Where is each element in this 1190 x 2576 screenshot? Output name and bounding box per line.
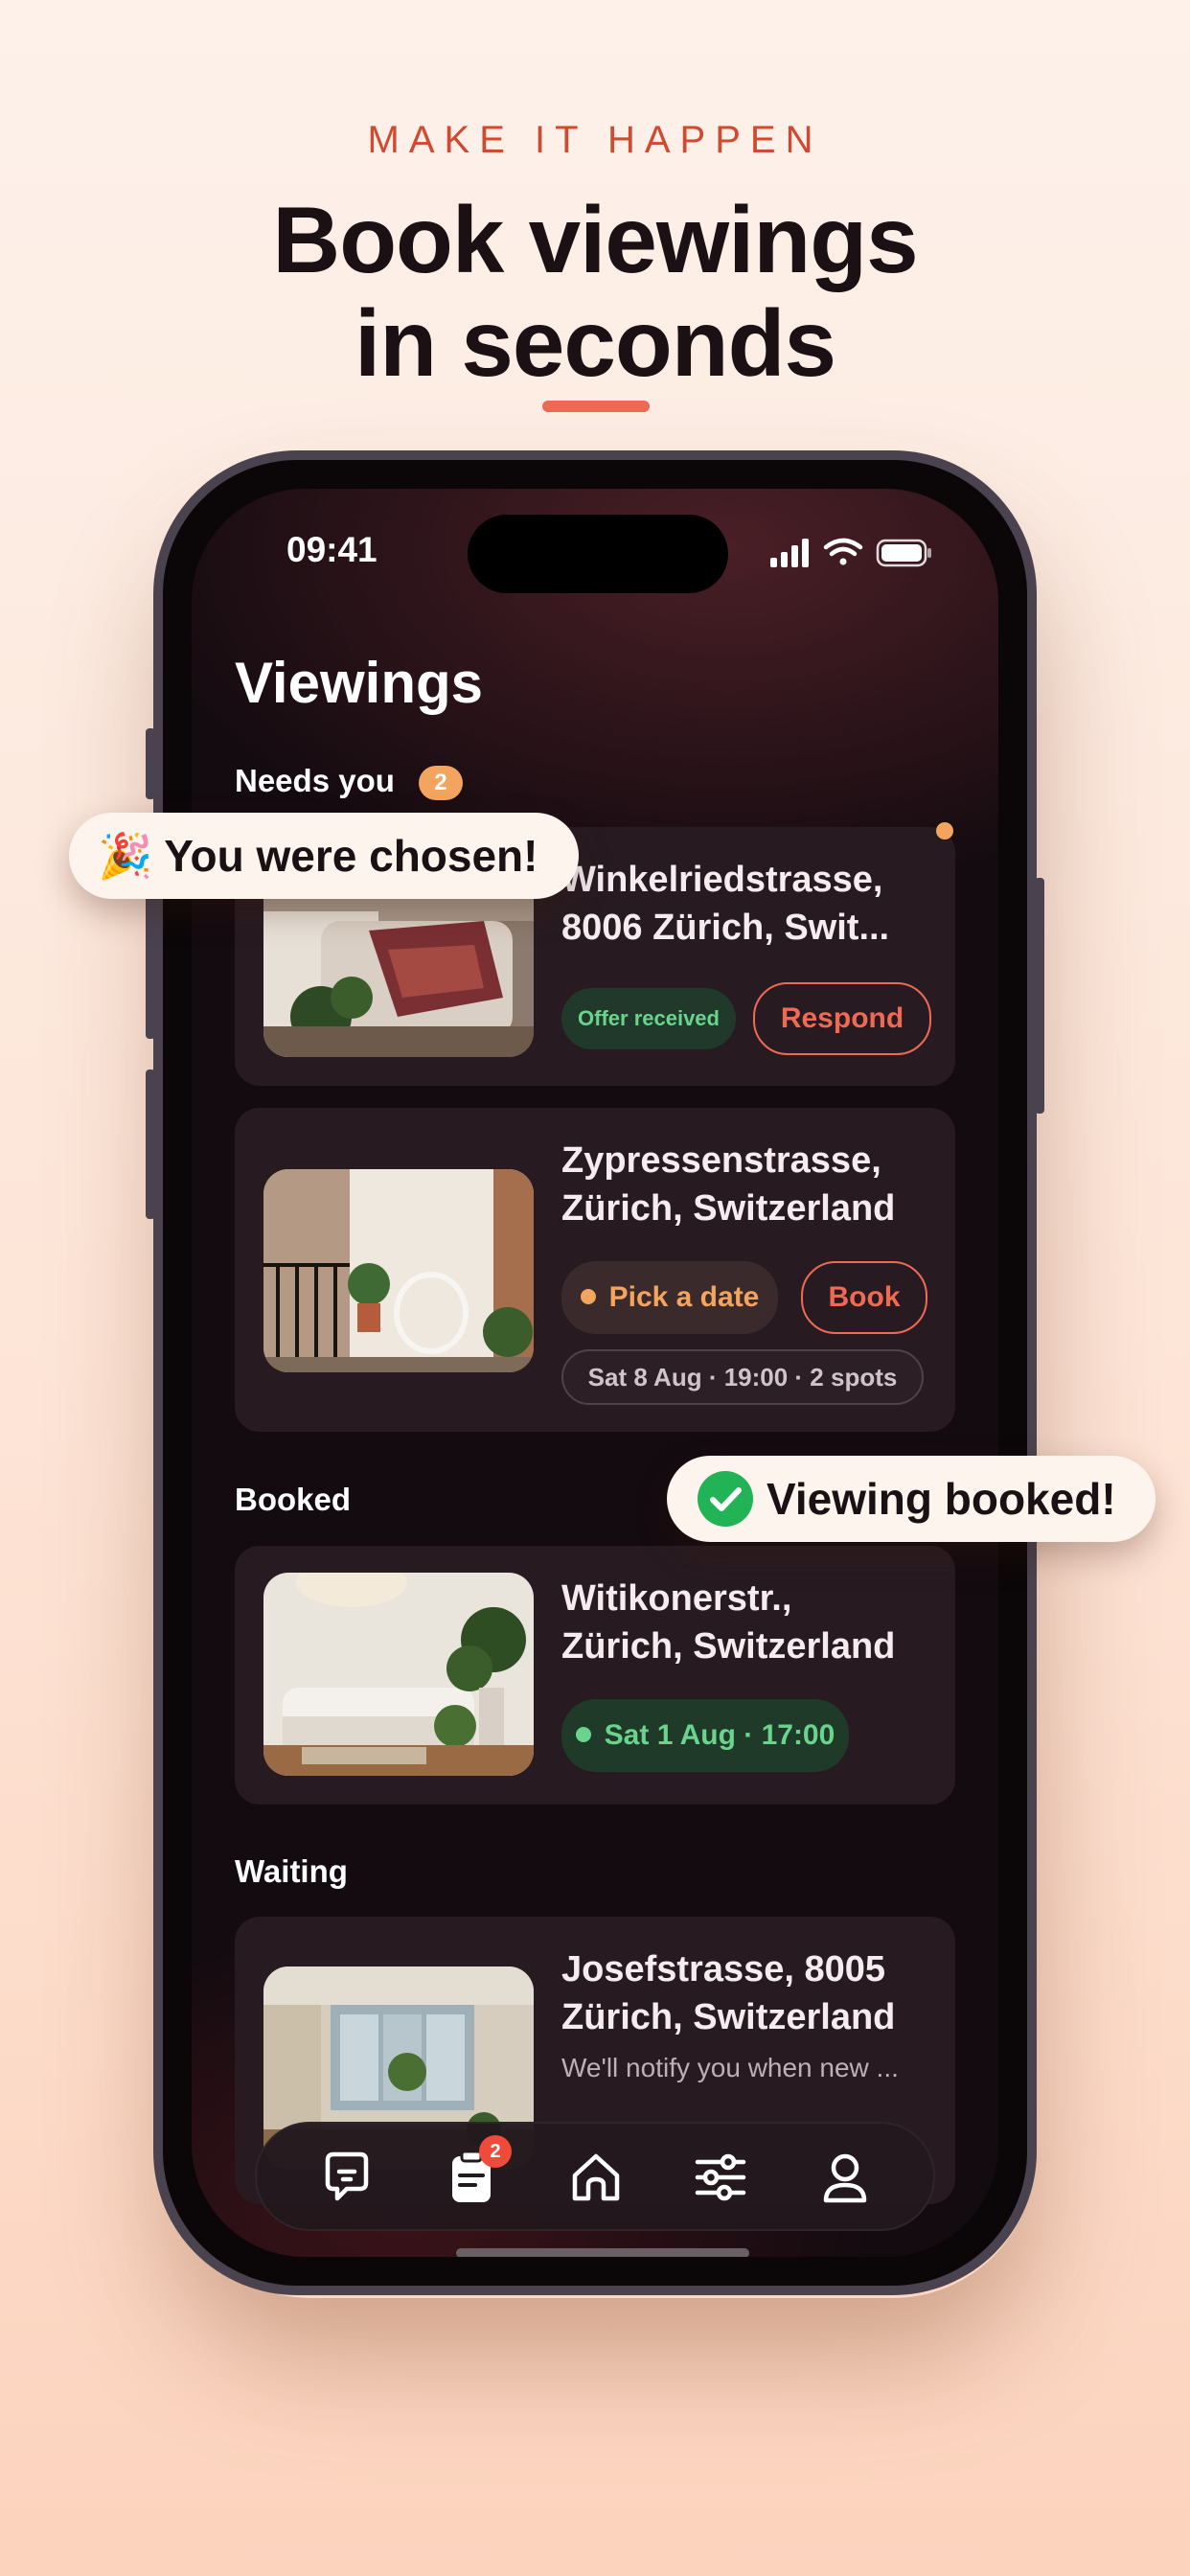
section-kicker: MAKE IT HAPPEN [367, 119, 823, 161]
toast-viewing-booked: Viewing booked! [667, 1456, 1156, 1542]
status-icons [770, 538, 931, 567]
page-headline: Book viewings in seconds [0, 188, 1190, 395]
needs-you-count-badge: 2 [419, 766, 464, 801]
listing-address-line-1: Witikonerstr., [561, 1578, 792, 1619]
tab-filters[interactable] [690, 2147, 751, 2208]
listing-card-zypressen[interactable]: Zypressenstrasse, Zürich, Switzerland Pi… [235, 1108, 955, 1432]
app-screen: 09:41 Viewings Needs you 2 Winkelriedstr… [192, 489, 998, 2257]
status-dot [575, 1727, 591, 1743]
booked-time-label: Sat 1 Aug · 17:00 [604, 1719, 835, 1751]
unread-indicator [936, 822, 953, 840]
section-needs-you-label: Needs you [235, 763, 395, 798]
status-time: 09:41 [286, 530, 378, 569]
viewings-tab-badge: 2 [479, 2135, 512, 2168]
party-popper-icon: 🎉 [98, 831, 153, 881]
status-badge-booked-time: Sat 1 Aug · 17:00 [561, 1699, 849, 1772]
bottom-tab-bar: 2 [255, 2122, 935, 2231]
wifi-icon [823, 538, 863, 565]
listing-photo-living-room [263, 1573, 534, 1776]
listing-card-witikoner[interactable]: Witikonerstr., Zürich, Switzerland Sat 1… [235, 1546, 955, 1805]
phone-frame: 09:41 Viewings Needs you 2 Winkelriedstr… [153, 450, 1037, 2295]
status-badge-offer-received: Offer received [561, 988, 736, 1049]
dynamic-island [468, 515, 728, 593]
pick-a-date-label: Pick a date [608, 1281, 760, 1313]
status-dot [580, 1289, 596, 1305]
headline-line-2: in seconds [355, 290, 836, 396]
page-title: Viewings [235, 651, 483, 715]
toast-you-were-chosen: 🎉 You were chosen! [69, 813, 579, 899]
sliders-icon [695, 2153, 746, 2201]
toast-booked-text: Viewing booked! [767, 1474, 1116, 1524]
check-circle-icon [698, 1470, 753, 1527]
listing-address-line-2: Zürich, Switzerland [561, 1188, 896, 1229]
home-icon [572, 2153, 620, 2201]
listing-address-line-2: Zürich, Switzerland [561, 1626, 896, 1667]
waiting-note: We'll notify you when new ... [561, 2053, 899, 2082]
home-indicator [456, 2248, 749, 2257]
section-booked: Booked [235, 1482, 352, 1517]
section-needs-you: Needs you 2 [235, 763, 464, 801]
tab-profile[interactable] [814, 2147, 876, 2208]
listing-address-line-2: 8006 Zürich, Swit... [561, 908, 890, 948]
tab-messages[interactable] [316, 2147, 378, 2208]
battery-icon [876, 539, 931, 567]
respond-button[interactable]: Respond [753, 982, 931, 1055]
person-icon [823, 2153, 867, 2203]
headline-underline [542, 401, 650, 412]
listing-address-line-1: Josefstrasse, 8005 [561, 1949, 886, 1990]
book-button[interactable]: Book [801, 1261, 927, 1334]
signal-icon [770, 539, 809, 567]
listing-address-line-1: Zypressenstrasse, [561, 1140, 881, 1181]
listing-photo-balcony [263, 1169, 534, 1372]
phone-bezel: 09:41 Viewings Needs you 2 Winkelriedstr… [163, 460, 1027, 2286]
available-slot-chip[interactable]: Sat 8 Aug · 19:00 · 2 spots [561, 1349, 924, 1405]
toast-chosen-text: You were chosen! [164, 831, 538, 881]
listing-address-line-1: Winkelriedstrasse, [561, 860, 883, 900]
listing-address-line-2: Zürich, Switzerland [561, 1997, 896, 2037]
pick-a-date-button[interactable]: Pick a date [561, 1261, 778, 1334]
section-waiting: Waiting [235, 1853, 348, 1889]
headline-line-1: Book viewings [272, 187, 918, 292]
chat-icon [325, 2151, 369, 2201]
tab-viewings[interactable]: 2 [441, 2135, 512, 2208]
tab-home[interactable] [565, 2147, 627, 2208]
